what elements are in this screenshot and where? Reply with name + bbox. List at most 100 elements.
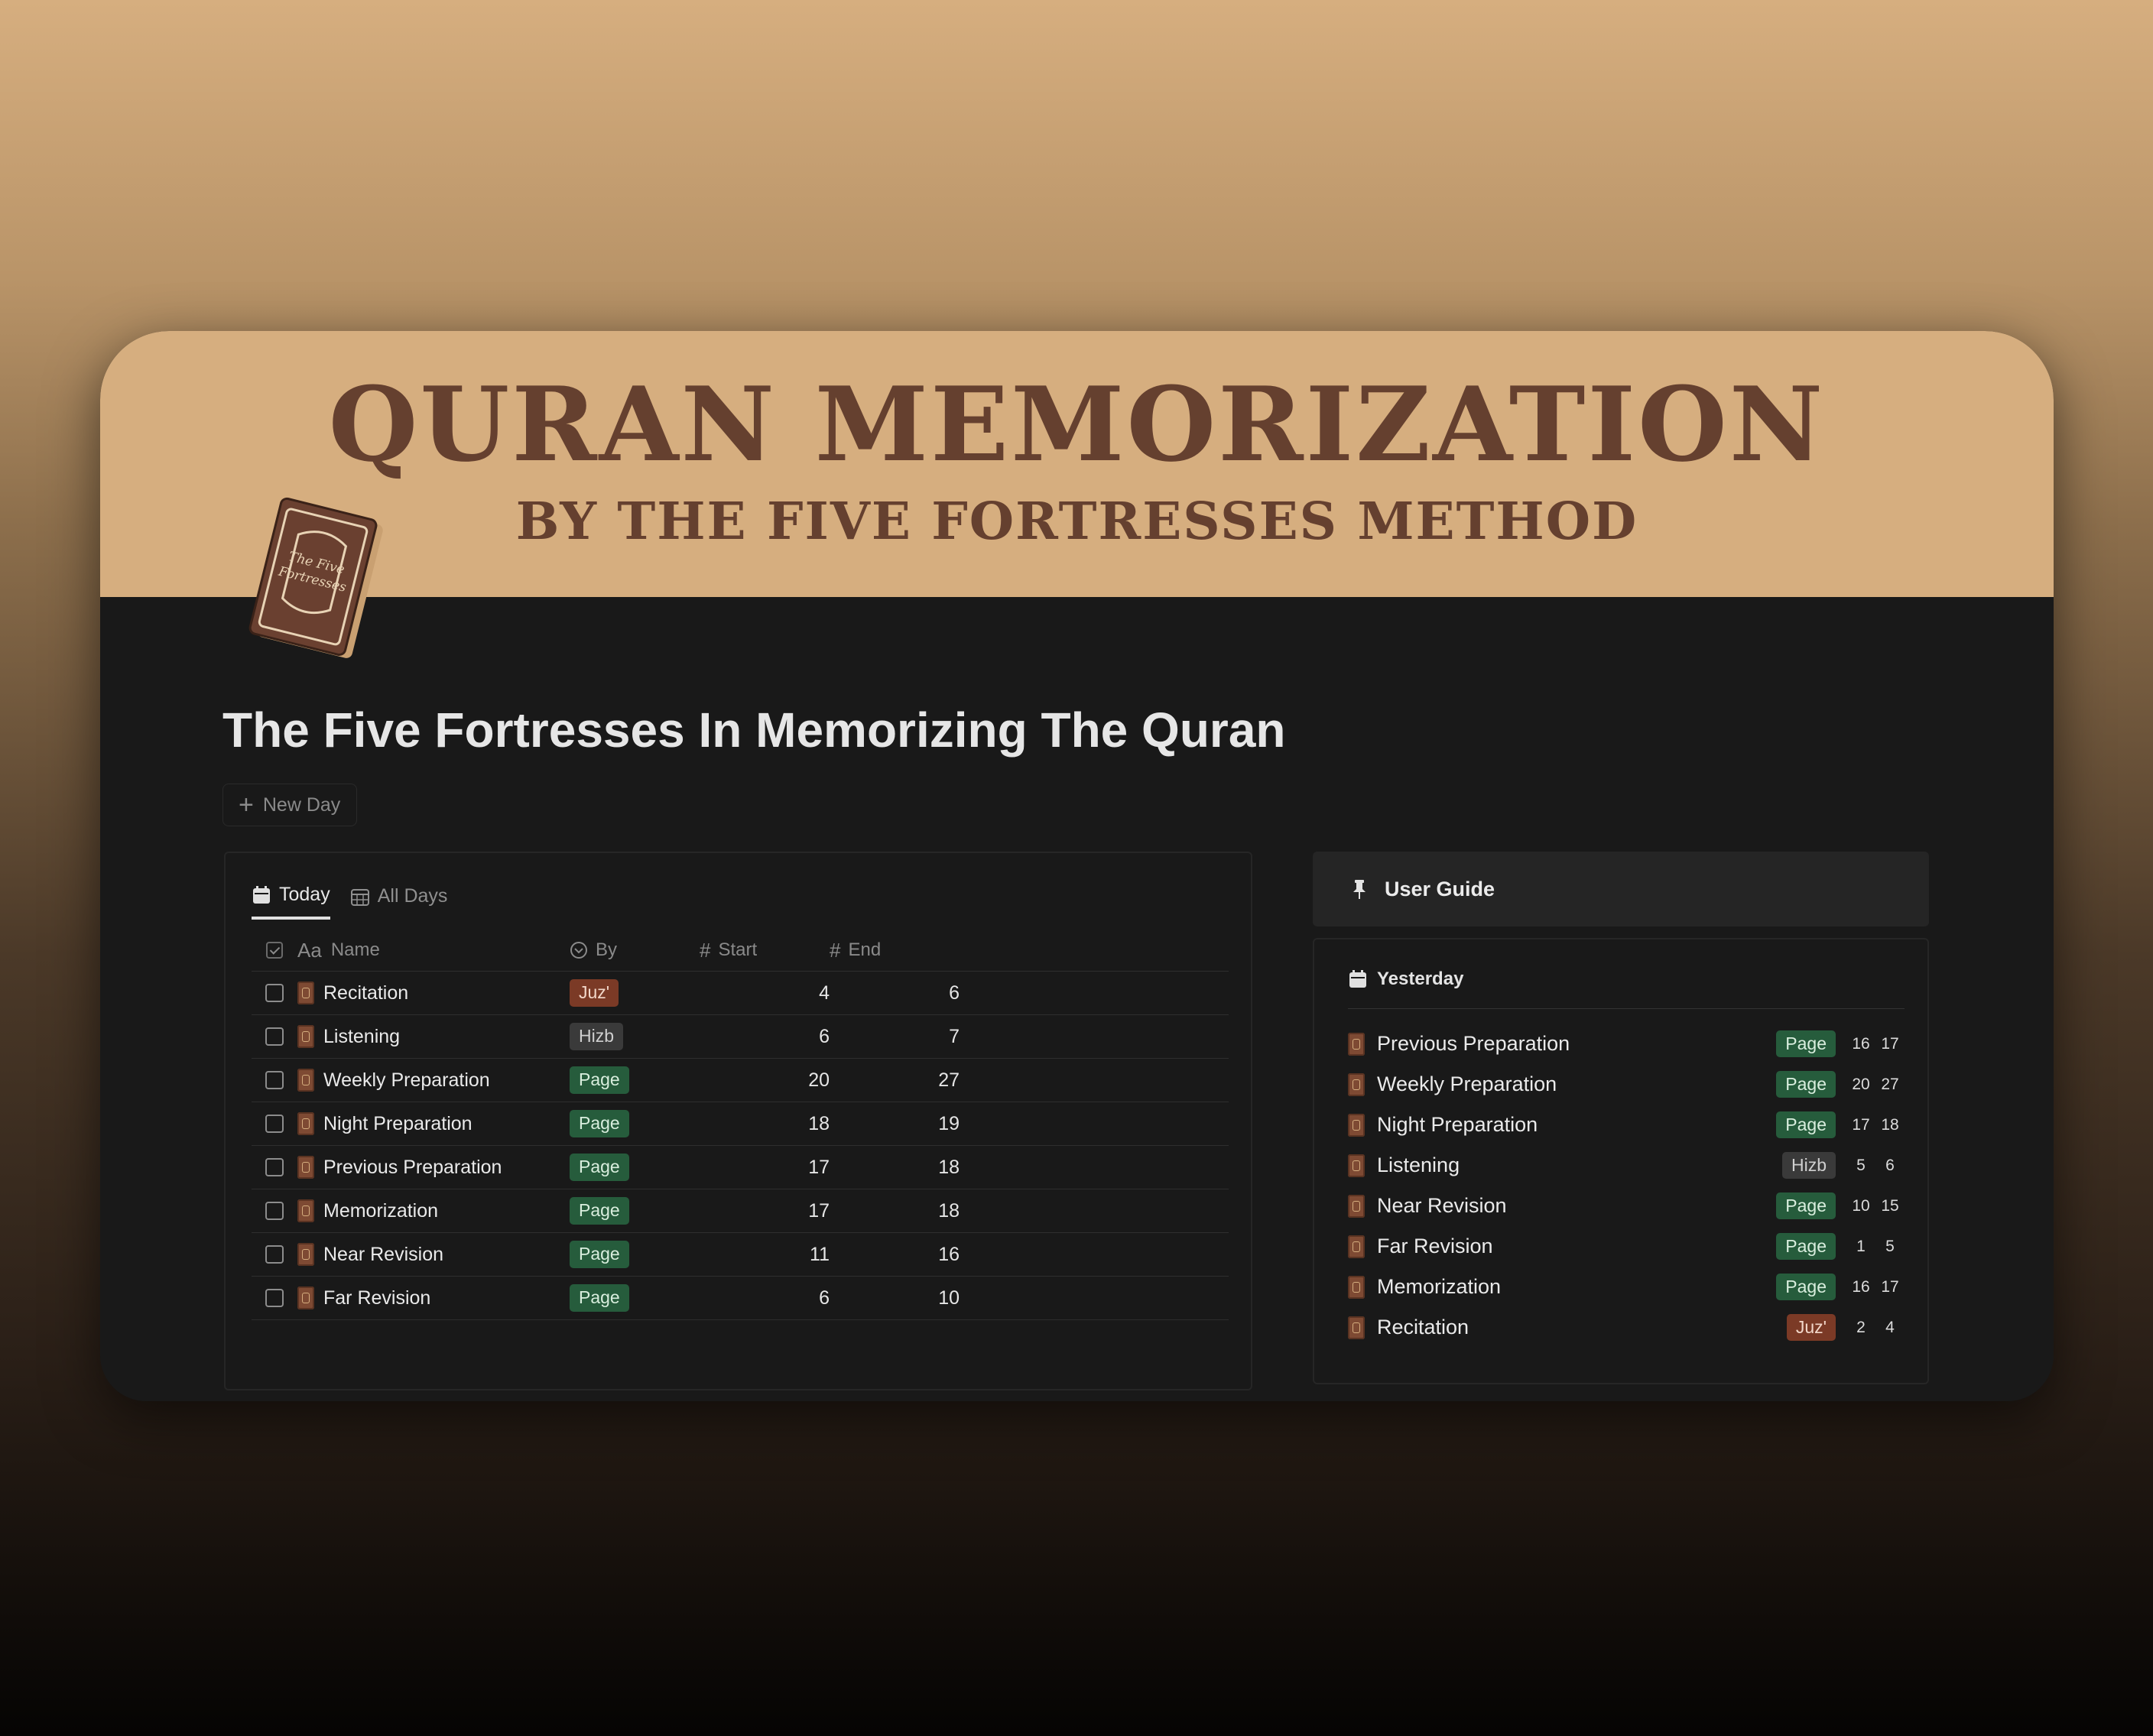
row-end: 27	[938, 1069, 960, 1091]
yesterday-label: Yesterday	[1377, 969, 1464, 989]
header-end[interactable]: # End	[830, 939, 960, 962]
row-name: Far Revision	[323, 1287, 431, 1309]
row-checkbox[interactable]	[265, 1202, 284, 1220]
table-row[interactable]: Far Revision Page 6 10	[252, 1277, 1229, 1320]
book-icon	[297, 1243, 314, 1266]
app-window: QURAN MEMORIZATION BY THE FIVE FORTRESSE…	[100, 331, 2054, 1401]
table-row[interactable]: Night Preparation Page 18 19	[252, 1102, 1229, 1146]
row-end: 10	[938, 1287, 960, 1309]
book-icon: The Five Fortresses	[248, 497, 383, 658]
calendar-icon	[1349, 970, 1366, 988]
new-day-button[interactable]: + New Day	[222, 784, 357, 826]
row-checkbox[interactable]	[265, 1115, 284, 1133]
item-name: Night Preparation	[1377, 1113, 1538, 1136]
book-icon	[297, 1287, 314, 1309]
book-icon	[297, 1156, 314, 1179]
header-name[interactable]: Aa Name	[297, 939, 570, 962]
item-start: 16	[1852, 1277, 1870, 1296]
row-checkbox[interactable]	[265, 1289, 284, 1307]
row-checkbox[interactable]	[265, 1158, 284, 1176]
row-start: 17	[808, 1156, 830, 1178]
item-start: 1	[1856, 1237, 1866, 1255]
book-icon	[1348, 1316, 1365, 1339]
user-guide-toggle[interactable]: User Guide	[1313, 852, 1929, 926]
by-tag: Page	[1776, 1030, 1836, 1058]
table-row[interactable]: Weekly Preparation Page 20 27	[252, 1059, 1229, 1102]
by-tag: Page	[570, 1110, 629, 1137]
item-name: Memorization	[1377, 1275, 1502, 1298]
row-end: 19	[938, 1112, 960, 1134]
select-type-icon	[570, 942, 587, 959]
by-tag: Juz'	[570, 979, 619, 1007]
row-checkbox[interactable]	[265, 1071, 284, 1089]
book-icon	[297, 1069, 314, 1092]
by-tag: Hizb	[570, 1023, 624, 1050]
header-start-label: Start	[718, 939, 758, 960]
today-database: Today All Days Aa Name By # Start # End …	[224, 852, 1252, 1390]
row-start: 20	[808, 1069, 830, 1091]
item-name: Previous Preparation	[1377, 1032, 1570, 1055]
row-start: 4	[819, 982, 830, 1004]
by-tag: Page	[1776, 1273, 1836, 1301]
list-item[interactable]: Memorization Page 16 17	[1348, 1267, 1905, 1307]
header-start[interactable]: # Start	[700, 939, 830, 962]
item-name: Near Revision	[1377, 1194, 1507, 1217]
row-name: Near Revision	[323, 1243, 444, 1265]
row-start: 18	[808, 1112, 830, 1134]
tab-all-days[interactable]: All Days	[350, 885, 447, 918]
table-row[interactable]: Memorization Page 17 18	[252, 1189, 1229, 1233]
by-tag: Page	[570, 1154, 629, 1181]
tab-today[interactable]: Today	[252, 884, 330, 920]
table-header: Aa Name By # Start # End	[252, 930, 1229, 972]
item-end: 4	[1885, 1318, 1895, 1336]
list-item[interactable]: Recitation Juz' 2 4	[1348, 1307, 1905, 1348]
table-row[interactable]: Recitation Juz' 4 6	[252, 972, 1229, 1015]
item-end: 15	[1881, 1196, 1899, 1215]
book-icon	[1348, 1194, 1365, 1218]
row-end: 18	[938, 1199, 960, 1222]
item-end: 18	[1881, 1115, 1899, 1134]
table-row[interactable]: Previous Preparation Page 17 18	[252, 1146, 1229, 1189]
by-tag: Page	[570, 1197, 629, 1225]
row-end: 7	[949, 1025, 960, 1047]
header-checkbox-icon	[266, 942, 283, 959]
item-start: 2	[1856, 1318, 1866, 1336]
calendar-icon	[253, 885, 270, 904]
user-guide-label: User Guide	[1385, 877, 1495, 900]
table-row[interactable]: Near Revision Page 11 16	[252, 1233, 1229, 1277]
row-end: 18	[938, 1156, 960, 1178]
header-by[interactable]: By	[570, 939, 700, 961]
row-checkbox[interactable]	[265, 1027, 284, 1046]
list-item[interactable]: Night Preparation Page 17 18	[1348, 1105, 1905, 1145]
list-item[interactable]: Previous Preparation Page 16 17	[1348, 1024, 1905, 1064]
list-item[interactable]: Listening Hizb 5 6	[1348, 1145, 1905, 1186]
divider	[1348, 1008, 1905, 1009]
number-type-icon: #	[830, 938, 841, 962]
row-checkbox[interactable]	[265, 1245, 284, 1264]
by-tag: Page	[1776, 1232, 1836, 1261]
book-icon	[1348, 1154, 1365, 1177]
header-by-label: By	[596, 939, 618, 960]
by-tag: Page	[570, 1066, 629, 1094]
item-name: Recitation	[1377, 1316, 1469, 1339]
row-checkbox[interactable]	[265, 984, 284, 1002]
text-type-icon: Aa	[297, 938, 322, 962]
view-tabs: Today All Days	[252, 884, 447, 920]
list-item[interactable]: Near Revision Page 10 15	[1348, 1186, 1905, 1226]
row-name: Recitation	[323, 982, 409, 1004]
row-name: Previous Preparation	[323, 1156, 502, 1178]
number-type-icon: #	[700, 938, 711, 962]
header-name-label: Name	[330, 939, 380, 960]
item-end: 17	[1881, 1277, 1899, 1296]
book-icon	[297, 1199, 314, 1222]
yesterday-panel: Yesterday Previous Preparation Page 16 1…	[1313, 938, 1929, 1384]
tab-today-label: Today	[279, 884, 330, 905]
list-item[interactable]: Far Revision Page 1 5	[1348, 1226, 1905, 1267]
list-item[interactable]: Weekly Preparation Page 20 27	[1348, 1064, 1905, 1105]
row-name: Listening	[323, 1025, 401, 1047]
book-icon	[297, 1112, 314, 1135]
table-row[interactable]: Listening Hizb 6 7	[252, 1015, 1229, 1059]
yesterday-header[interactable]: Yesterday	[1348, 969, 1463, 990]
by-tag: Page	[570, 1284, 629, 1312]
by-tag: Page	[1776, 1192, 1836, 1220]
